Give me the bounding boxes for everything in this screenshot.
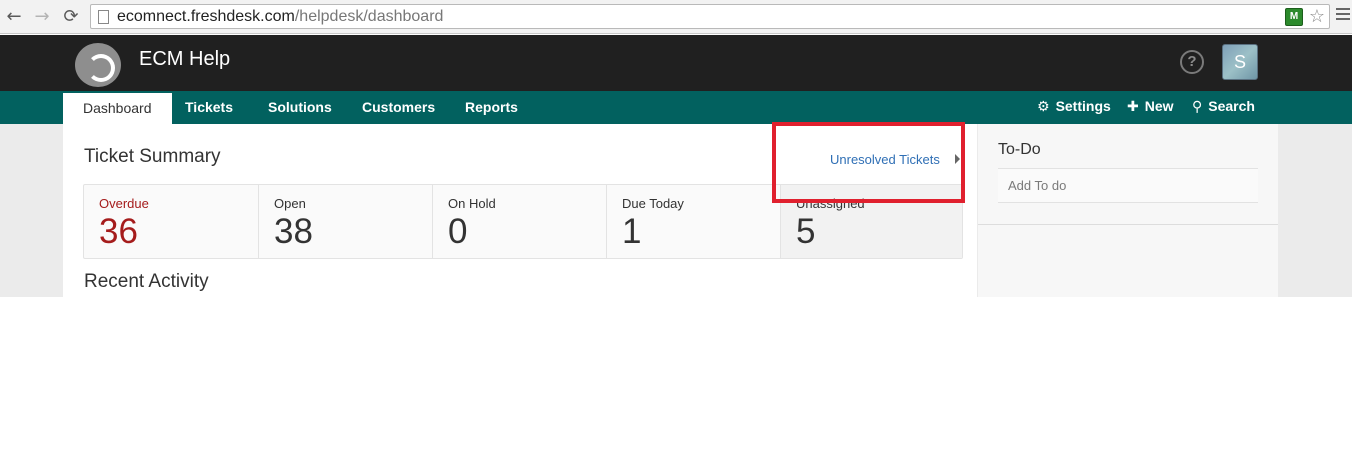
app-header: ECM Help ? S [0,35,1352,91]
summary-value: 1 [622,212,642,251]
plus-icon: ✚ [1127,99,1139,115]
search-icon: ⚲ [1192,99,1203,115]
dashboard-main: Ticket Summary Unresolved Tickets Overdu… [63,122,977,297]
extension-icon[interactable]: M [1285,8,1303,26]
tab-customers[interactable]: Customers [362,91,435,124]
recent-activity-title: Recent Activity [84,271,209,292]
search-button[interactable]: ⚲ Search [1192,91,1255,124]
url-host: ecomnect.freshdesk.com [117,8,295,25]
reload-icon[interactable]: ⟳ [61,7,81,27]
todo-panel: To-Do Add To do [978,124,1278,297]
forward-icon[interactable]: → [32,7,52,27]
summary-overdue[interactable]: Overdue 36 [84,185,259,258]
search-label: Search [1208,98,1255,114]
settings-button[interactable]: ⚙ Settings [1037,91,1111,124]
summary-value: 36 [99,212,138,251]
summary-due-today[interactable]: Due Today 1 [607,185,781,258]
new-button[interactable]: ✚ New [1127,91,1174,124]
new-label: New [1144,98,1174,114]
avatar[interactable]: S [1222,44,1258,80]
add-todo-input[interactable]: Add To do [998,168,1258,203]
main-nav: Dashboard Tickets Solutions Customers Re… [0,91,1352,124]
highlight-box [772,122,965,203]
address-bar[interactable]: ecomnect.freshdesk.com/helpdesk/dashboar… [90,4,1330,29]
summary-label: Overdue [99,196,149,211]
gear-icon: ⚙ [1037,99,1050,115]
summary-value: 38 [274,212,313,251]
page-icon [98,10,109,24]
logo-icon[interactable] [75,43,121,87]
tab-solutions[interactable]: Solutions [268,91,332,124]
browser-toolbar: ← → ⟳ ecomnect.freshdesk.com/helpdesk/da… [0,0,1352,34]
url-text: ecomnect.freshdesk.com/helpdesk/dashboar… [117,8,443,26]
summary-open[interactable]: Open 38 [259,185,433,258]
summary-label: On Hold [448,196,496,211]
bookmark-star-icon[interactable]: ☆ [1309,6,1325,27]
todo-title: To-Do [998,141,1041,158]
tab-reports[interactable]: Reports [465,91,518,124]
help-icon[interactable]: ? [1180,50,1204,74]
summary-value: 5 [796,212,816,251]
url-path: /helpdesk/dashboard [294,8,444,25]
summary-label: Due Today [622,196,684,211]
tab-tickets[interactable]: Tickets [185,91,233,124]
tab-dashboard[interactable]: Dashboard [63,93,172,124]
back-icon[interactable]: ← [4,7,24,27]
app-container: ECM Help ? S Dashboard Tickets Solutions… [0,35,1352,297]
summary-label: Open [274,196,306,211]
divider [978,224,1278,225]
settings-label: Settings [1055,98,1111,114]
brand-name: ECM Help [139,48,231,70]
browser-menu-icon[interactable] [1336,8,1350,24]
summary-on-hold[interactable]: On Hold 0 [433,185,607,258]
ticket-summary-title: Ticket Summary [84,146,221,167]
summary-value: 0 [448,212,468,251]
